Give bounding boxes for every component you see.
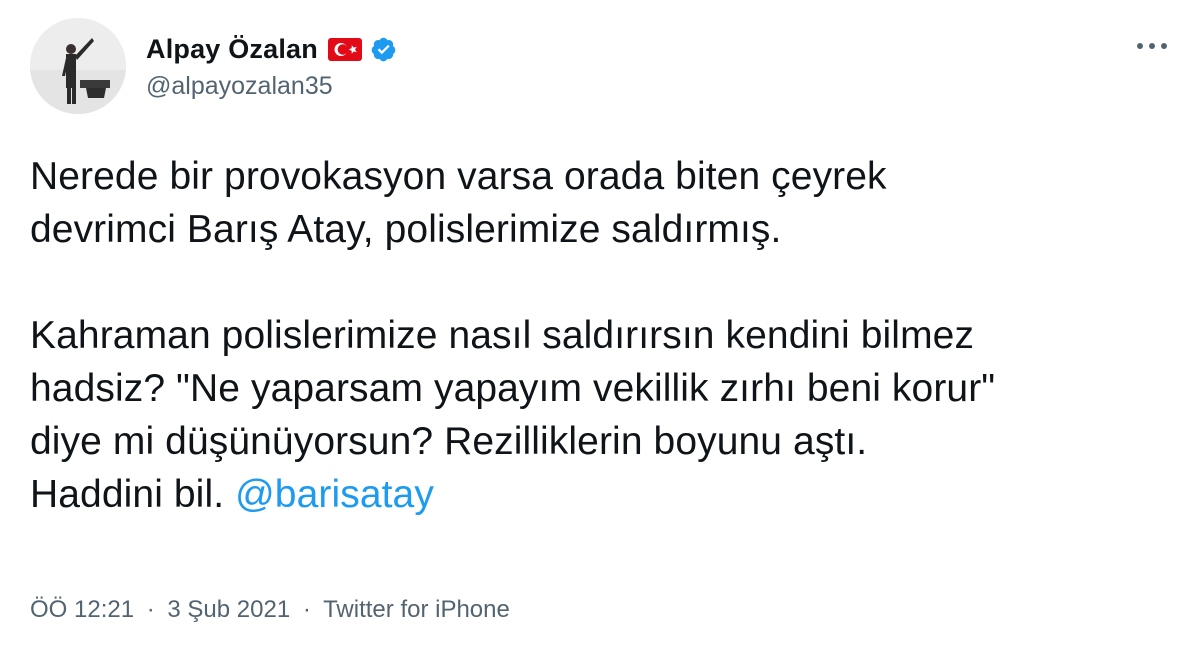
- avatar[interactable]: [30, 18, 126, 114]
- tweet-date[interactable]: 3 Şub 2021: [167, 596, 290, 623]
- text-line: devrimci Barış Atay, polislerimize saldı…: [30, 208, 782, 251]
- tweet-paragraph-1: Nerede bir provokasyon varsa orada biten…: [30, 150, 1160, 256]
- text-line: Kahraman polislerimize nasıl saldırırsın…: [30, 314, 975, 357]
- text-segment: Haddini bil.: [30, 473, 236, 516]
- text-line: Nerede bir provokasyon varsa orada biten…: [30, 155, 887, 198]
- mention-link[interactable]: @barisatay: [235, 473, 434, 516]
- tweet-metadata: ÖÖ 12:21 · 3 Şub 2021 · Twitter for iPho…: [30, 596, 510, 624]
- meta-separator: ·: [146, 596, 155, 623]
- tweet-paragraph-2: Kahraman polislerimize nasıl saldırırsın…: [30, 309, 1160, 521]
- text-line: diye mi düşünüyorsun? Rezilliklerin boyu…: [30, 420, 868, 463]
- turkey-flag-icon: [327, 38, 362, 61]
- more-options-button[interactable]: [1132, 34, 1172, 58]
- text-line-with-mention: Haddini bil. @barisatay: [30, 468, 1160, 521]
- text-line: hadsiz? "Ne yaparsam yapayım vekillik zı…: [30, 367, 996, 410]
- more-options-icon: [1137, 43, 1167, 49]
- verified-badge-icon: [370, 36, 397, 63]
- name-row: Alpay Özalan: [146, 32, 397, 68]
- tweet-time[interactable]: ÖÖ 12:21: [30, 596, 134, 623]
- author-names: Alpay Özalan @alpayozalan35: [146, 32, 397, 101]
- tweet-header: Alpay Özalan @alpayozalan35: [30, 18, 397, 114]
- meta-separator: ·: [302, 596, 311, 623]
- tweet-source: Twitter for iPhone: [323, 596, 510, 623]
- display-name[interactable]: Alpay Özalan: [146, 34, 318, 65]
- tweet-card: Alpay Özalan @alpayozalan35 Nerede bir p…: [0, 0, 1200, 658]
- avatar-photo: [30, 18, 126, 114]
- tweet-text: Nerede bir provokasyon varsa orada biten…: [30, 150, 1160, 521]
- author-handle[interactable]: @alpayozalan35: [146, 72, 397, 101]
